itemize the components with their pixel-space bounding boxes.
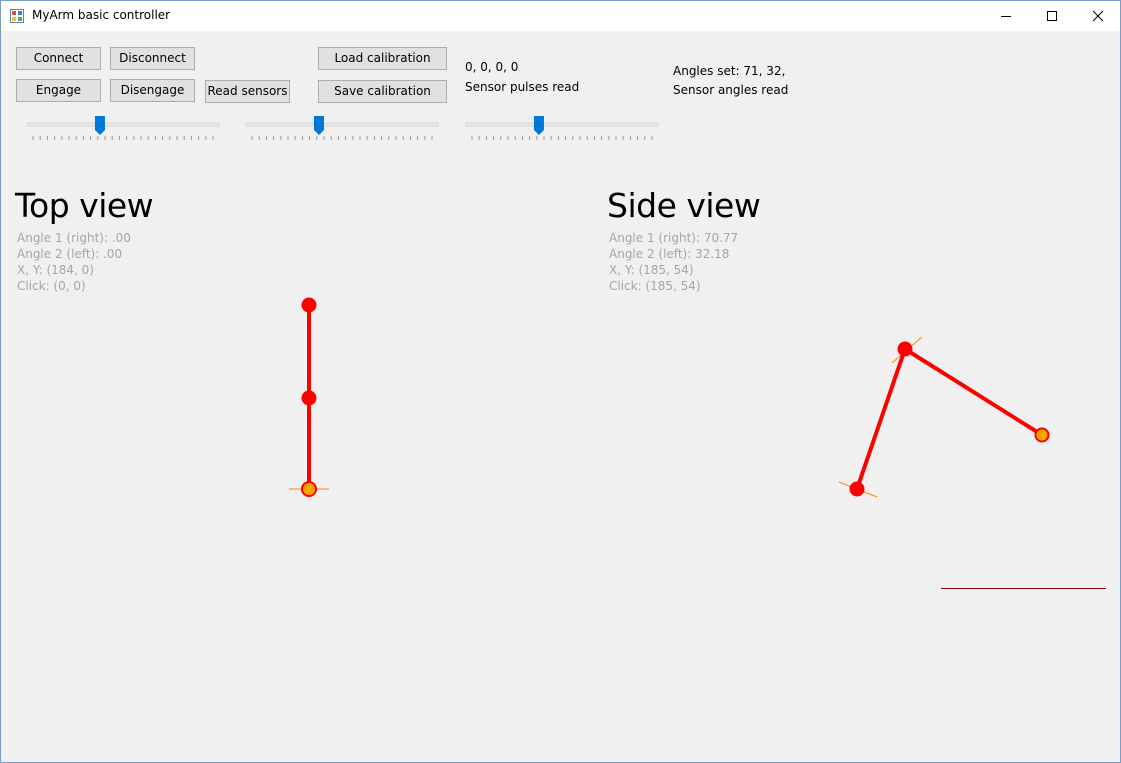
top-end-effector: [301, 297, 317, 313]
side-end-effector: [1034, 427, 1050, 443]
slider-track-bar: [26, 122, 220, 127]
close-icon: [1092, 10, 1104, 22]
top-view-angle1: Angle 1 (right): .00: [17, 231, 131, 245]
slider-track: [26, 122, 220, 127]
slider-3[interactable]: [462, 114, 662, 144]
side-elbow-joint: [897, 341, 913, 357]
slider-thumb[interactable]: [533, 116, 544, 135]
slider-track: [465, 122, 659, 127]
sensor-pulses-values: 0, 0, 0, 0: [465, 60, 519, 74]
minimize-icon: [1001, 16, 1011, 17]
top-elbow-joint: [301, 390, 317, 406]
top-view-title: Top view: [15, 186, 154, 225]
sensor-pulses-caption: Sensor pulses read: [465, 80, 580, 94]
slider-1[interactable]: [23, 114, 223, 144]
read-sensors-button[interactable]: Read sensors: [205, 80, 290, 103]
top-view-angle2: Angle 2 (left): .00: [17, 247, 123, 261]
app-icon: [10, 9, 24, 23]
save-calibration-button[interactable]: Save calibration: [318, 80, 447, 103]
angles-set-label: Angles set: 71, 32,: [673, 64, 786, 78]
minimize-button[interactable]: [983, 1, 1029, 31]
side-arm-segment-1: [855, 348, 907, 490]
load-calibration-button[interactable]: Load calibration: [318, 47, 447, 70]
slider-ticks: [471, 136, 653, 140]
side-view-canvas[interactable]: [821, 321, 1061, 521]
window-title: MyArm basic controller: [32, 8, 171, 22]
side-view-angle2: Angle 2 (left): 32.18: [609, 247, 730, 261]
title-bar[interactable]: MyArm basic controller: [1, 1, 1120, 31]
top-view-canvas[interactable]: [251, 281, 371, 511]
disconnect-button[interactable]: Disconnect: [110, 47, 195, 70]
side-view-info: Angle 1 (right): 70.77 Angle 2 (left): 3…: [609, 230, 738, 294]
engage-button[interactable]: Engage: [16, 79, 101, 102]
slider-thumb[interactable]: [94, 116, 105, 135]
side-view-click: Click: (185, 54): [609, 279, 701, 293]
slider-thumb[interactable]: [313, 116, 324, 135]
top-view-info: Angle 1 (right): .00 Angle 2 (left): .00…: [17, 230, 131, 294]
slider-2[interactable]: [242, 114, 442, 144]
connect-button[interactable]: Connect: [16, 47, 101, 70]
slider-track: [245, 122, 439, 127]
maximize-button[interactable]: [1029, 1, 1075, 31]
side-view-title: Side view: [607, 186, 761, 225]
slider-track-bar: [245, 122, 439, 127]
side-view-angle1: Angle 1 (right): 70.77: [609, 231, 739, 245]
slider-track-bar: [465, 122, 659, 127]
side-view-xy: X, Y: (185, 54): [609, 263, 694, 277]
side-view-baseline: [941, 588, 1106, 589]
sensor-angles-caption: Sensor angles read: [673, 83, 789, 97]
top-base-joint: [301, 481, 317, 497]
top-view-xy: X, Y: (184, 0): [17, 263, 94, 277]
close-button[interactable]: [1075, 1, 1120, 31]
app-window: MyArm basic controller Connect Disconnec…: [0, 0, 1121, 763]
maximize-icon: [1047, 11, 1057, 21]
disengage-button[interactable]: Disengage: [110, 79, 195, 102]
slider-ticks: [251, 136, 433, 140]
side-arm-segment-2: [903, 347, 1044, 437]
slider-ticks: [32, 136, 214, 140]
top-view-click: Click: (0, 0): [17, 279, 86, 293]
side-base-joint: [849, 481, 865, 497]
